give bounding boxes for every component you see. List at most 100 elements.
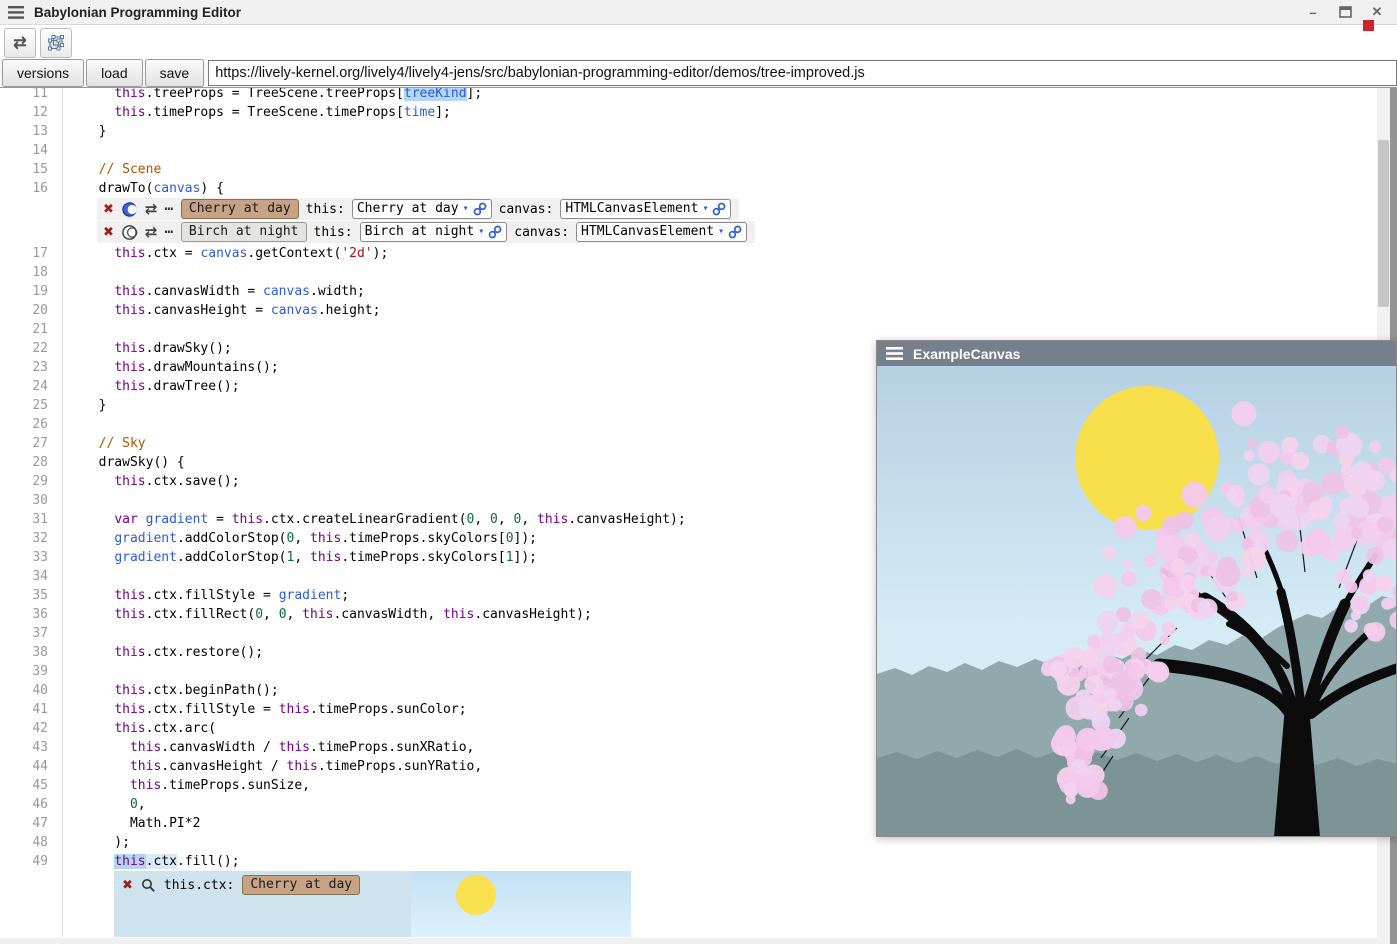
code-token: this: [114, 607, 145, 622]
line-number: 28: [0, 453, 62, 472]
line-number: 12: [0, 103, 62, 122]
code-token: ;: [341, 588, 349, 603]
example-name-button[interactable]: Birch at night: [181, 222, 307, 242]
code-token: ]);: [514, 531, 537, 546]
canvas-probe-widget: ✖this.ctx:Cherry at day: [114, 871, 631, 937]
code-token: var: [114, 512, 137, 527]
code-token: ,: [294, 550, 310, 565]
code-token: [83, 474, 114, 489]
code-token: [83, 702, 114, 717]
binding-label: this:: [314, 225, 353, 240]
code-line[interactable]: 49 this.ctx.fill();: [0, 852, 1377, 871]
code-token: this: [114, 88, 145, 101]
versions-button[interactable]: versions: [2, 59, 84, 87]
code-token: 0: [506, 531, 514, 546]
code-token: ,: [498, 512, 514, 527]
code-token: canvas: [263, 284, 310, 299]
code-token: [83, 721, 114, 736]
close-probe-icon[interactable]: ✖: [122, 878, 133, 893]
toggle-off-icon[interactable]: [121, 224, 138, 241]
minimize-button[interactable]: –: [1305, 4, 1321, 20]
line-number: 24: [0, 377, 62, 396]
canvas-dropdown[interactable]: HTMLCanvasElement▾: [576, 222, 747, 242]
code-line[interactable]: 20 this.canvasHeight = canvas.height;: [0, 301, 1377, 320]
swap-panes-button[interactable]: ⇄: [4, 28, 36, 58]
unsaved-indicator: [1363, 20, 1374, 31]
code-token: Math.PI*2: [83, 816, 200, 831]
code-line-text: this.timeProps = TreeScene.timeProps[tim…: [62, 103, 1377, 122]
horizontal-scrollbar[interactable]: [0, 938, 1377, 944]
example-canvas-title-bar[interactable]: ExampleCanvas: [877, 341, 1396, 366]
chevron-down-icon[interactable]: ▾: [702, 200, 708, 218]
code-token: [83, 778, 130, 793]
chevron-down-icon[interactable]: ▾: [718, 223, 724, 241]
link-connection-icon[interactable]: [488, 225, 502, 239]
save-button[interactable]: save: [145, 59, 205, 87]
code-line[interactable]: 16 drawTo(canvas) {: [0, 179, 1377, 198]
example-canvas-window[interactable]: ExampleCanvas: [876, 340, 1397, 837]
code-token: .height;: [318, 303, 381, 318]
code-line[interactable]: 19 this.canvasWidth = canvas.width;: [0, 282, 1377, 301]
code-token: .ctx =: [146, 246, 201, 261]
close-probe-icon[interactable]: ✖: [103, 202, 114, 217]
hamburger-menu-icon[interactable]: [886, 347, 903, 360]
code-token: .addColorStop(: [177, 550, 287, 565]
this-dropdown[interactable]: Cherry at day▾: [352, 199, 492, 219]
code-token: .ctx.beginPath();: [146, 683, 279, 698]
link-connection-icon[interactable]: [728, 225, 742, 239]
transform-selection-button[interactable]: [40, 28, 72, 58]
code-line[interactable]: 12 this.timeProps = TreeScene.timeProps[…: [0, 103, 1377, 122]
link-connection-icon[interactable]: [712, 202, 726, 216]
line-number: 14: [0, 141, 62, 160]
swap-example-icon[interactable]: ⇄: [145, 200, 158, 218]
swap-example-icon[interactable]: ⇄: [145, 223, 158, 241]
code-token: .treeProps = TreeScene.treeProps[: [146, 88, 404, 101]
code-token: canvas: [153, 181, 200, 196]
code-token: drawTo(: [83, 181, 153, 196]
line-number: 36: [0, 605, 62, 624]
inspect-magnifier-icon[interactable]: [141, 878, 156, 893]
chevron-down-icon[interactable]: ▾: [463, 200, 469, 218]
code-line[interactable]: 21: [0, 320, 1377, 339]
code-token: .addColorStop(: [177, 531, 287, 546]
code-token: this: [114, 854, 145, 869]
more-options-icon[interactable]: ⋯: [164, 224, 173, 240]
code-token: // Scene: [83, 162, 161, 177]
code-line-text: // Scene: [62, 160, 1377, 179]
code-line[interactable]: 13 }: [0, 122, 1377, 141]
link-connection-icon[interactable]: [473, 202, 487, 216]
example-name-button[interactable]: Cherry at day: [242, 875, 360, 895]
code-line-text: this.ctx = canvas.getContext('2d');: [62, 244, 1377, 263]
file-url-input[interactable]: [208, 60, 1397, 86]
code-line-text: [62, 141, 1377, 160]
code-token: ,: [287, 607, 303, 622]
hamburger-menu-icon[interactable]: [8, 6, 24, 19]
line-number: 49: [0, 852, 62, 871]
close-probe-icon[interactable]: ✖: [103, 225, 114, 240]
code-token: canvas: [271, 303, 318, 318]
code-line[interactable]: 14: [0, 141, 1377, 160]
toggle-on-icon[interactable]: [121, 201, 138, 218]
maximize-button[interactable]: [1337, 4, 1353, 20]
canvas-dropdown[interactable]: HTMLCanvasElement▾: [560, 199, 731, 219]
load-button[interactable]: load: [86, 59, 142, 87]
close-button[interactable]: ✕: [1369, 4, 1385, 20]
chevron-down-icon[interactable]: ▾: [478, 223, 484, 241]
example-name-button[interactable]: Cherry at day: [181, 199, 299, 219]
code-token: [83, 379, 114, 394]
code-token: '2d': [341, 246, 372, 261]
code-token: [83, 645, 114, 660]
code-line[interactable]: 17 this.ctx = canvas.getContext('2d');: [0, 244, 1377, 263]
vertical-scrollbar-thumb[interactable]: [1378, 140, 1389, 307]
code-token: .timeProps = TreeScene.timeProps[: [146, 105, 404, 120]
gutter-spacer: [0, 871, 62, 937]
this-dropdown[interactable]: Birch at night▾: [360, 222, 508, 242]
code-token: this: [232, 512, 263, 527]
code-token: this: [114, 721, 145, 736]
code-line[interactable]: 11 this.treeProps = TreeScene.treeProps[…: [0, 88, 1377, 103]
code-token: this: [114, 702, 145, 717]
more-options-icon[interactable]: ⋯: [164, 201, 173, 217]
code-line[interactable]: 18: [0, 263, 1377, 282]
line-number: 33: [0, 548, 62, 567]
code-line[interactable]: 15 // Scene: [0, 160, 1377, 179]
